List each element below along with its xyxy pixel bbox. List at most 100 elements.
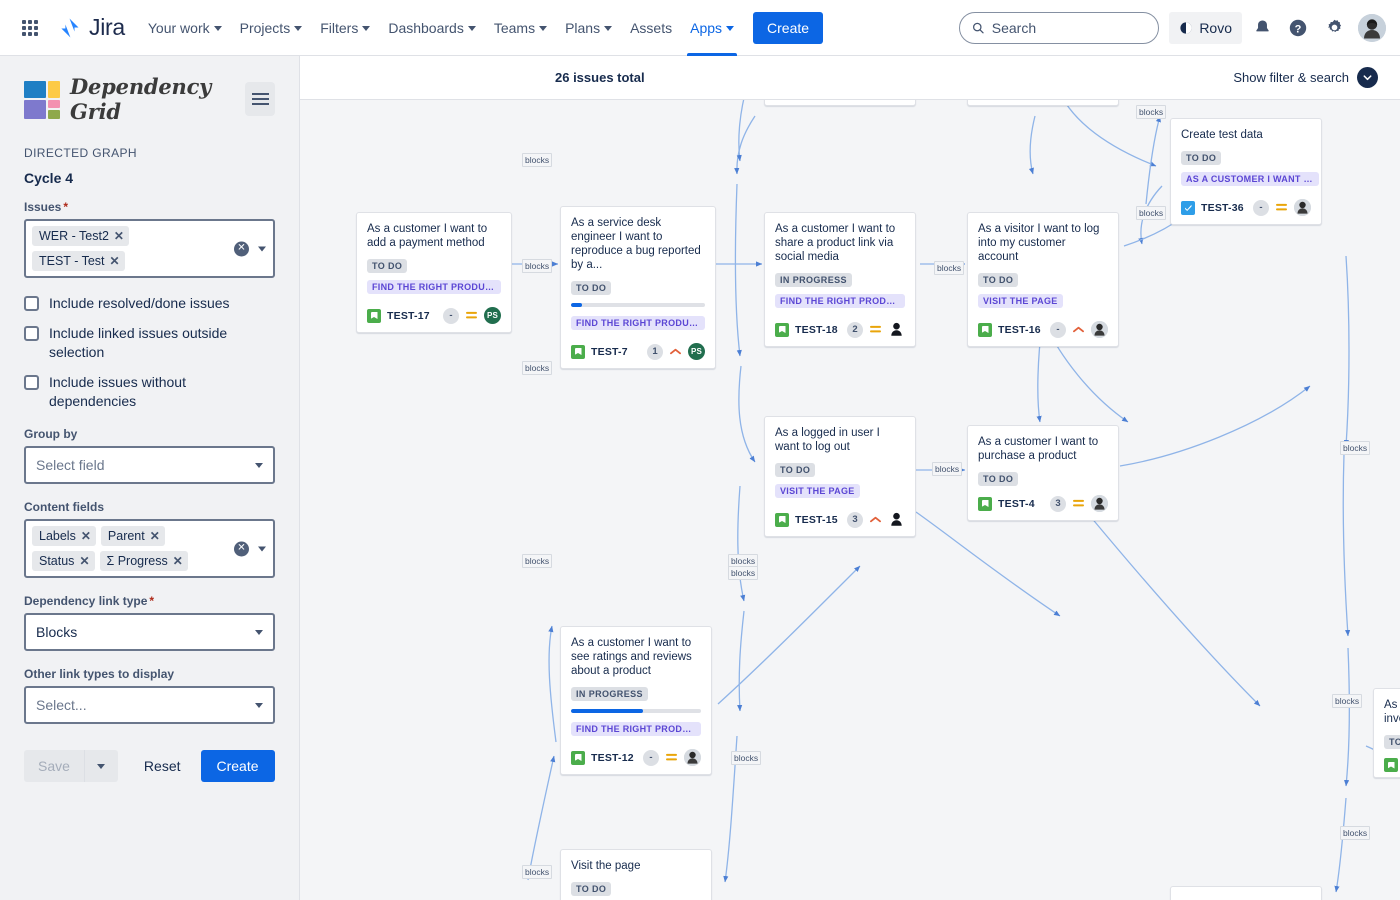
remove-tag-icon[interactable]: ✕ (150, 529, 160, 543)
search-icon (973, 22, 984, 33)
issue-key[interactable]: TEST-15 (795, 514, 838, 526)
issue-card-TEST-10[interactable]: Visit the page TO DO TEST-10 - (560, 849, 712, 900)
content-field-label: Status (39, 554, 75, 568)
other-link-types-select[interactable]: Select... (24, 686, 275, 724)
content-field-tag[interactable]: Labels ✕ (32, 526, 96, 546)
chevron-down-icon[interactable] (1357, 67, 1378, 88)
edge-label-blocks: blocks (934, 261, 965, 275)
nav-item-projects[interactable]: Projects (231, 12, 312, 44)
assignee-avatar[interactable] (888, 321, 905, 338)
edge-label-blocks: blocks (522, 259, 553, 273)
issue-card-TEST-18[interactable]: As a customer I want to share a product … (764, 212, 916, 347)
checkbox-include-linked-outside[interactable]: Include linked issues outside selection (24, 324, 275, 362)
content-field-tag[interactable]: Σ Progress ✕ (99, 551, 188, 571)
menu-toggle-button[interactable] (245, 82, 275, 116)
chevron-down-icon[interactable] (258, 246, 266, 251)
create-button[interactable]: Create (753, 11, 824, 44)
checkbox-label[interactable]: Include resolved/done issues (49, 294, 230, 313)
assignee-avatar[interactable] (888, 511, 905, 528)
dependency-link-type-select[interactable]: Blocks (24, 613, 275, 651)
remove-tag-icon[interactable]: ✕ (173, 554, 183, 568)
help-button[interactable]: ? (1282, 12, 1314, 44)
user-avatar[interactable] (1358, 13, 1386, 42)
assignee-avatar[interactable]: PS (688, 343, 705, 360)
issue-card-TEST-4[interactable]: As a customer I want to purchase a produ… (967, 425, 1119, 521)
card-footer-right: 3 (1050, 495, 1108, 512)
card-footer-right: 2 (847, 321, 905, 338)
issue-card-TEST-16[interactable]: As a visitor I want to log into my custo… (967, 212, 1119, 347)
settings-button[interactable] (1318, 12, 1350, 44)
jira-home-link[interactable]: Jira (58, 14, 125, 41)
issue-card-TEST-17[interactable]: As a customer I want to add a payment me… (356, 212, 512, 333)
assignee-avatar[interactable] (1091, 495, 1108, 512)
remove-tag-icon[interactable]: ✕ (114, 229, 124, 243)
nav-item-dashboards[interactable]: Dashboards (379, 12, 485, 44)
remove-tag-icon[interactable]: ✕ (81, 529, 91, 543)
issue-card-TEST-36[interactable]: Create test data TO DO AS A CUSTOMER I W… (1170, 118, 1322, 225)
issue-tag-label: TEST - Test (39, 254, 105, 268)
nav-item-plans[interactable]: Plans (556, 12, 621, 44)
rovo-label: Rovo (1199, 19, 1232, 36)
search-box[interactable] (959, 11, 1160, 44)
issue-key[interactable]: TEST-17 (387, 310, 430, 322)
assignee-avatar[interactable] (1091, 321, 1108, 338)
save-dropdown-button[interactable] (83, 750, 118, 782)
remove-tag-icon[interactable]: ✕ (79, 554, 89, 568)
checkbox-box[interactable] (24, 326, 39, 341)
checkbox-label[interactable]: Include issues without dependencies (49, 373, 244, 411)
issue-key[interactable]: TEST-7 (591, 346, 628, 358)
assignee-avatar[interactable]: PS (484, 307, 501, 324)
issue-key[interactable]: TEST-12 (591, 752, 634, 764)
issue-key[interactable]: TEST-36 (1201, 202, 1244, 214)
card-footer-right: 3 (847, 511, 905, 528)
remove-tag-icon[interactable]: ✕ (110, 254, 120, 268)
clear-all-icon[interactable]: ✕ (234, 541, 249, 556)
issue-label: VISIT THE PAGE (978, 294, 1063, 308)
chevron-down-icon[interactable] (258, 546, 266, 551)
graph-canvas[interactable]: - PS As aninvoic TO DO T As a customer I… (300, 56, 1400, 900)
save-button[interactable]: Save (24, 750, 84, 782)
search-input[interactable] (991, 19, 1147, 36)
checkbox-box[interactable] (24, 296, 39, 311)
nav-label: Apps (690, 19, 723, 36)
content-field-tag[interactable]: Parent ✕ (100, 526, 165, 546)
assignee-avatar[interactable] (1294, 199, 1311, 216)
issue-card-TEST-7[interactable]: As a service desk engineer I want to rep… (560, 206, 716, 369)
issue-card-TEST-12[interactable]: As a customer I want to see ratings and … (560, 626, 712, 775)
issue-card-partial-right-edge[interactable]: As aninvoic TO DO T (1373, 688, 1400, 778)
create-graph-button[interactable]: Create (200, 750, 275, 782)
nav-item-assets[interactable]: Assets (621, 12, 681, 44)
avatar-photo-icon (1091, 321, 1108, 338)
content-field-tag[interactable]: Status ✕ (32, 551, 95, 571)
nav-item-teams[interactable]: Teams (485, 12, 556, 44)
reset-button[interactable]: Reset (130, 750, 195, 782)
checkbox-include-resolved[interactable]: Include resolved/done issues (24, 294, 275, 313)
checkbox-label[interactable]: Include linked issues outside selection (49, 324, 264, 362)
nav-item-filters[interactable]: Filters (311, 12, 379, 44)
issue-key[interactable]: TEST-18 (795, 324, 838, 336)
issue-tag-label: WER - Test2 (39, 229, 109, 243)
link-count-badge: 3 (847, 511, 863, 528)
show-filter-search-button[interactable]: Show filter & search (1233, 67, 1378, 88)
checkbox-box[interactable] (24, 375, 39, 390)
rovo-button[interactable]: Rovo (1169, 11, 1242, 44)
issue-tag[interactable]: WER - Test2 ✕ (32, 226, 129, 246)
issue-card-TEST-15[interactable]: As a logged in user I want to log out TO… (764, 416, 916, 537)
issue-card-partial-bottom-right[interactable] (1170, 886, 1322, 900)
issue-tag[interactable]: TEST - Test ✕ (32, 251, 125, 271)
nav-item-apps[interactable]: Apps (681, 12, 743, 56)
issue-key[interactable]: TEST-4 (998, 498, 1035, 510)
app-switcher-button[interactable] (14, 12, 46, 44)
content-fields-multiselect[interactable]: Labels ✕ Parent ✕ Status ✕ Σ Progress ✕ … (24, 519, 275, 578)
issue-title: As a customer I want to add a payment me… (367, 223, 488, 249)
nav-item-your-work[interactable]: Your work (139, 12, 231, 44)
notifications-button[interactable] (1246, 12, 1278, 44)
edge-label-blocks: blocks (522, 153, 553, 167)
priority-high-icon (670, 348, 681, 355)
checkbox-include-without-dependencies[interactable]: Include issues without dependencies (24, 373, 275, 411)
clear-all-icon[interactable]: ✕ (234, 241, 249, 256)
group-by-select[interactable]: Select field (24, 446, 275, 484)
assignee-avatar[interactable] (684, 749, 701, 766)
issue-key[interactable]: TEST-16 (998, 324, 1041, 336)
issues-multiselect[interactable]: WER - Test2 ✕ TEST - Test ✕ ✕ (24, 219, 275, 278)
